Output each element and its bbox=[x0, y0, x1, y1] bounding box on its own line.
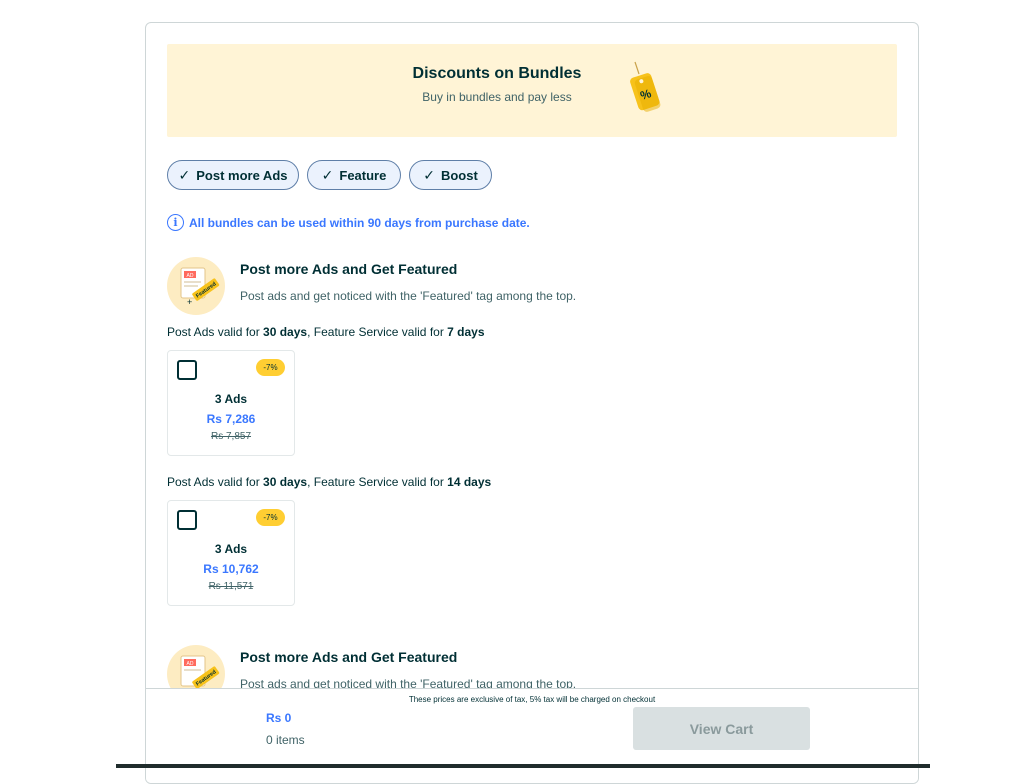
filter-chip-label: Boost bbox=[440, 167, 478, 183]
banner-subtitle: Buy in bundles and pay less bbox=[422, 90, 572, 104]
discount-badge: -7% bbox=[256, 359, 285, 376]
info-icon: i bbox=[167, 214, 184, 231]
filter-chip-post-more-ads[interactable]: ✓ Post more Ads bbox=[167, 160, 299, 190]
package-ads-count: 3 Ads bbox=[214, 392, 248, 406]
check-icon: ✓ bbox=[321, 166, 334, 183]
package-checkbox[interactable] bbox=[177, 360, 197, 380]
banner-title: Discounts on Bundles bbox=[412, 65, 582, 82]
filter-chip-label: Feature bbox=[339, 167, 387, 183]
validity-prefix: Post Ads valid for bbox=[167, 325, 264, 339]
ads-days: 30 days bbox=[263, 475, 308, 489]
section-title: Post more Ads and Get Featured bbox=[240, 649, 458, 665]
package-card[interactable]: -7% 3 Ads Rs 10,762 Rs 11,571 bbox=[167, 500, 295, 606]
feature-days: 7 days bbox=[447, 325, 485, 339]
package-old-price: Rs 7,857 bbox=[210, 431, 252, 442]
discount-tag-icon: % bbox=[630, 61, 661, 112]
package-old-price: Rs 11,571 bbox=[208, 581, 254, 592]
illustration-ad-text: AD bbox=[187, 661, 194, 667]
package-validity: Post Ads valid for 30 days, Feature Serv… bbox=[167, 325, 485, 339]
filter-chip-feature[interactable]: ✓ Feature bbox=[307, 160, 401, 190]
package-ads-count: 3 Ads bbox=[214, 542, 248, 556]
cart-item-count: 0 items bbox=[266, 733, 305, 747]
featured-ads-illustration: AD Featured + bbox=[167, 257, 225, 315]
validity-middle: , Feature Service valid for bbox=[307, 475, 448, 489]
package-validity: Post Ads valid for 30 days, Feature Serv… bbox=[167, 475, 491, 489]
view-cart-button[interactable]: View Cart bbox=[633, 707, 810, 750]
package-checkbox[interactable] bbox=[177, 510, 197, 530]
check-icon: ✓ bbox=[423, 166, 435, 183]
section-description: Post ads and get noticed with the 'Featu… bbox=[240, 289, 577, 303]
bottom-edge-bar bbox=[116, 764, 930, 768]
discount-badge: -7% bbox=[256, 509, 285, 526]
bundles-panel: Discounts on Bundles Buy in bundles and … bbox=[145, 22, 919, 784]
filter-chip-label: Post more Ads bbox=[196, 167, 288, 183]
validity-prefix: Post Ads valid for bbox=[167, 475, 264, 489]
svg-text:+: + bbox=[187, 297, 192, 307]
validity-middle: , Feature Service valid for bbox=[307, 325, 448, 339]
info-text: All bundles can be used within 90 days f… bbox=[189, 215, 530, 230]
package-price: Rs 7,286 bbox=[206, 412, 256, 426]
ads-days: 30 days bbox=[263, 325, 308, 339]
check-icon: ✓ bbox=[178, 166, 191, 183]
feature-days: 14 days bbox=[447, 475, 492, 489]
cart-total: Rs 0 bbox=[266, 711, 292, 725]
illustration-ad-text: AD bbox=[187, 273, 194, 279]
tax-note: These prices are exclusive of tax, 5% ta… bbox=[408, 695, 656, 704]
discount-banner: Discounts on Bundles Buy in bundles and … bbox=[167, 44, 897, 137]
package-card[interactable]: -7% 3 Ads Rs 7,286 Rs 7,857 bbox=[167, 350, 295, 456]
filter-chip-boost[interactable]: ✓ Boost bbox=[409, 160, 492, 190]
cart-footer: These prices are exclusive of tax, 5% ta… bbox=[146, 688, 918, 783]
validity-info: i All bundles can be used within 90 days… bbox=[167, 214, 530, 231]
section-title: Post more Ads and Get Featured bbox=[240, 261, 458, 277]
package-price: Rs 10,762 bbox=[203, 562, 259, 576]
featured-ads-icon: AD Featured + bbox=[180, 267, 220, 307]
